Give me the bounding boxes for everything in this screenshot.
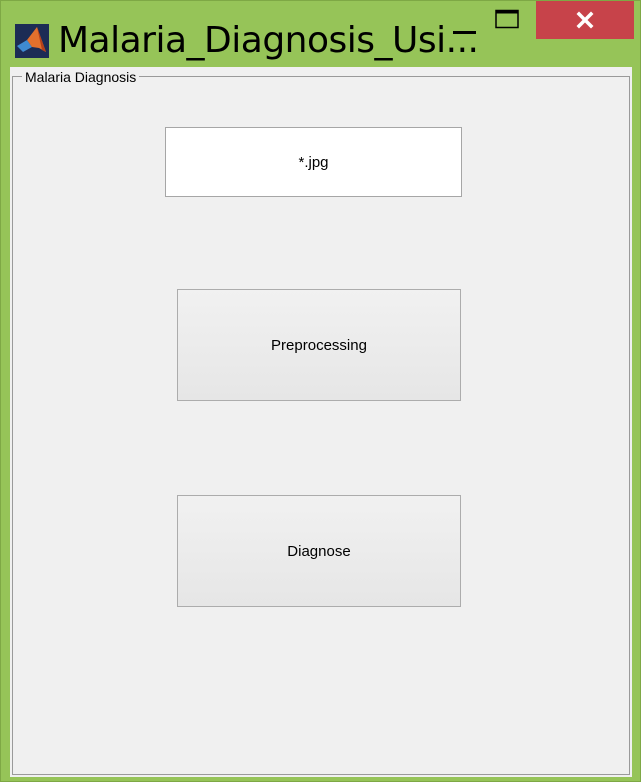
panel-title: Malaria Diagnosis — [22, 69, 140, 85]
close-icon — [576, 11, 594, 29]
title-bar[interactable]: Malaria_Diagnosis_Usi... — [1, 1, 640, 67]
image-file-field[interactable] — [165, 127, 462, 197]
matlab-logo-icon — [15, 24, 49, 58]
maximize-button[interactable] — [491, 1, 531, 41]
minimize-button[interactable] — [448, 1, 488, 41]
figure-window: Malaria_Diagnosis_Usi... Malaria Diagnos… — [0, 0, 641, 782]
preprocessing-button[interactable]: Preprocessing — [177, 289, 461, 401]
figure-client-area: Malaria Diagnosis Preprocessing Diagnose — [10, 67, 632, 777]
diagnose-button[interactable]: Diagnose — [177, 495, 461, 607]
window-title: Malaria_Diagnosis_Usi... — [58, 20, 479, 61]
minimize-icon — [453, 31, 476, 34]
close-button[interactable] — [536, 1, 634, 39]
maximize-icon — [495, 9, 519, 29]
